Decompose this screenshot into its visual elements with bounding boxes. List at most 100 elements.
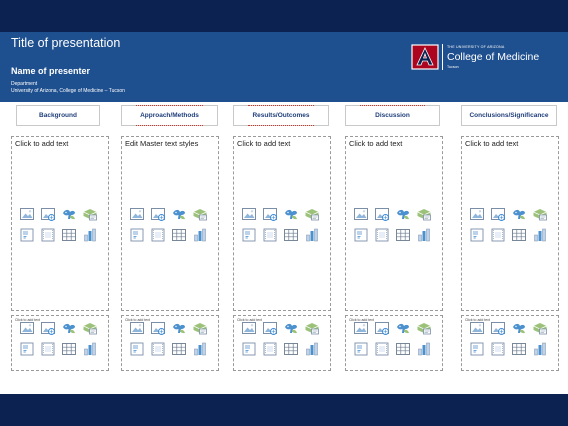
presenter-name[interactable]: Name of presenter bbox=[11, 66, 90, 76]
online-picture-icon[interactable] bbox=[262, 320, 278, 336]
insert-picture-icon[interactable] bbox=[241, 320, 257, 336]
insert-video-icon[interactable] bbox=[150, 341, 166, 357]
insert-content-icons-small bbox=[353, 320, 432, 358]
column-heading-label: Background bbox=[39, 112, 77, 119]
university-arizona-logo-icon bbox=[411, 44, 439, 70]
online-picture-icon[interactable] bbox=[490, 206, 506, 222]
insert-table-icon[interactable] bbox=[395, 341, 411, 357]
column-heading-approach[interactable]: Approach/Methods bbox=[121, 105, 218, 126]
insert-table-icon[interactable] bbox=[511, 227, 527, 243]
insert-video-icon[interactable] bbox=[150, 227, 166, 243]
insert-video-icon[interactable] bbox=[40, 341, 56, 357]
insert-table-icon[interactable] bbox=[395, 227, 411, 243]
insert-picture-icon[interactable] bbox=[129, 206, 145, 222]
insert-3d-model-icon[interactable] bbox=[82, 206, 98, 222]
insert-chart-icon[interactable] bbox=[82, 341, 98, 357]
smartart-icon[interactable] bbox=[19, 227, 35, 243]
insert-chart-icon[interactable] bbox=[416, 341, 432, 357]
insert-3d-model-icon[interactable] bbox=[416, 320, 432, 336]
insert-3d-model-icon[interactable] bbox=[304, 206, 320, 222]
insert-table-icon[interactable] bbox=[283, 227, 299, 243]
insert-icons-icon[interactable] bbox=[171, 206, 187, 222]
insert-picture-icon[interactable] bbox=[469, 206, 485, 222]
online-picture-icon[interactable] bbox=[374, 206, 390, 222]
logo-university-text: THE UNIVERSITY OF ARIZONA bbox=[447, 45, 505, 49]
department-label[interactable]: Department bbox=[11, 81, 37, 87]
insert-content-icons bbox=[241, 206, 320, 244]
smartart-icon[interactable] bbox=[353, 341, 369, 357]
insert-chart-icon[interactable] bbox=[416, 227, 432, 243]
smartart-icon[interactable] bbox=[241, 227, 257, 243]
insert-picture-icon[interactable] bbox=[19, 320, 35, 336]
insert-picture-icon[interactable] bbox=[469, 320, 485, 336]
insert-3d-model-icon[interactable] bbox=[416, 206, 432, 222]
insert-picture-icon[interactable] bbox=[19, 206, 35, 222]
insert-table-icon[interactable] bbox=[171, 227, 187, 243]
insert-picture-icon[interactable] bbox=[353, 206, 369, 222]
insert-icons-icon[interactable] bbox=[283, 320, 299, 336]
insert-picture-icon[interactable] bbox=[353, 320, 369, 336]
insert-picture-icon[interactable] bbox=[129, 320, 145, 336]
insert-icons-icon[interactable] bbox=[171, 320, 187, 336]
insert-table-icon[interactable] bbox=[61, 227, 77, 243]
insert-chart-icon[interactable] bbox=[192, 227, 208, 243]
column-heading-conclusions[interactable]: Conclusions/Significance bbox=[461, 105, 557, 126]
smartart-icon[interactable] bbox=[19, 341, 35, 357]
insert-video-icon[interactable] bbox=[262, 341, 278, 357]
insert-table-icon[interactable] bbox=[61, 341, 77, 357]
column-heading-discussion[interactable]: Discussion bbox=[345, 105, 440, 126]
online-picture-icon[interactable] bbox=[490, 320, 506, 336]
online-picture-icon[interactable] bbox=[262, 206, 278, 222]
column-heading-background[interactable]: Background bbox=[16, 105, 100, 126]
insert-chart-icon[interactable] bbox=[82, 227, 98, 243]
insert-video-icon[interactable] bbox=[490, 227, 506, 243]
insert-3d-model-icon[interactable] bbox=[192, 206, 208, 222]
insert-table-icon[interactable] bbox=[171, 341, 187, 357]
insert-table-icon[interactable] bbox=[283, 341, 299, 357]
insert-content-icons-small bbox=[19, 320, 98, 358]
insert-video-icon[interactable] bbox=[374, 341, 390, 357]
insert-icons-icon[interactable] bbox=[511, 320, 527, 336]
insert-video-icon[interactable] bbox=[262, 227, 278, 243]
insert-content-icons bbox=[19, 206, 98, 244]
selection-marker bbox=[136, 125, 203, 126]
insert-chart-icon[interactable] bbox=[192, 341, 208, 357]
insert-chart-icon[interactable] bbox=[532, 227, 548, 243]
insert-icons-icon[interactable] bbox=[61, 320, 77, 336]
smartart-icon[interactable] bbox=[469, 227, 485, 243]
presentation-title[interactable]: Title of presentation bbox=[11, 36, 120, 50]
insert-video-icon[interactable] bbox=[490, 341, 506, 357]
insert-icons-icon[interactable] bbox=[395, 320, 411, 336]
university-label[interactable]: University of Arizona, College of Medici… bbox=[11, 88, 125, 94]
online-picture-icon[interactable] bbox=[40, 320, 56, 336]
insert-table-icon[interactable] bbox=[511, 341, 527, 357]
smartart-icon[interactable] bbox=[469, 341, 485, 357]
insert-icons-icon[interactable] bbox=[283, 206, 299, 222]
insert-3d-model-icon[interactable] bbox=[532, 320, 548, 336]
online-picture-icon[interactable] bbox=[40, 206, 56, 222]
insert-chart-icon[interactable] bbox=[532, 341, 548, 357]
smartart-icon[interactable] bbox=[129, 341, 145, 357]
online-picture-icon[interactable] bbox=[374, 320, 390, 336]
smartart-icon[interactable] bbox=[353, 227, 369, 243]
insert-icons-icon[interactable] bbox=[395, 206, 411, 222]
smartart-icon[interactable] bbox=[129, 227, 145, 243]
insert-picture-icon[interactable] bbox=[241, 206, 257, 222]
insert-chart-icon[interactable] bbox=[304, 227, 320, 243]
column-heading-results[interactable]: Results/Outcomes bbox=[233, 105, 329, 126]
insert-icons-icon[interactable] bbox=[511, 206, 527, 222]
insert-icons-icon[interactable] bbox=[61, 206, 77, 222]
online-picture-icon[interactable] bbox=[150, 320, 166, 336]
insert-3d-model-icon[interactable] bbox=[82, 320, 98, 336]
column-heading-label: Approach/Methods bbox=[140, 112, 199, 119]
selection-marker bbox=[360, 105, 425, 106]
column-heading-label: Results/Outcomes bbox=[252, 112, 310, 119]
insert-3d-model-icon[interactable] bbox=[192, 320, 208, 336]
insert-chart-icon[interactable] bbox=[304, 341, 320, 357]
insert-video-icon[interactable] bbox=[374, 227, 390, 243]
insert-3d-model-icon[interactable] bbox=[304, 320, 320, 336]
smartart-icon[interactable] bbox=[241, 341, 257, 357]
online-picture-icon[interactable] bbox=[150, 206, 166, 222]
insert-3d-model-icon[interactable] bbox=[532, 206, 548, 222]
insert-video-icon[interactable] bbox=[40, 227, 56, 243]
